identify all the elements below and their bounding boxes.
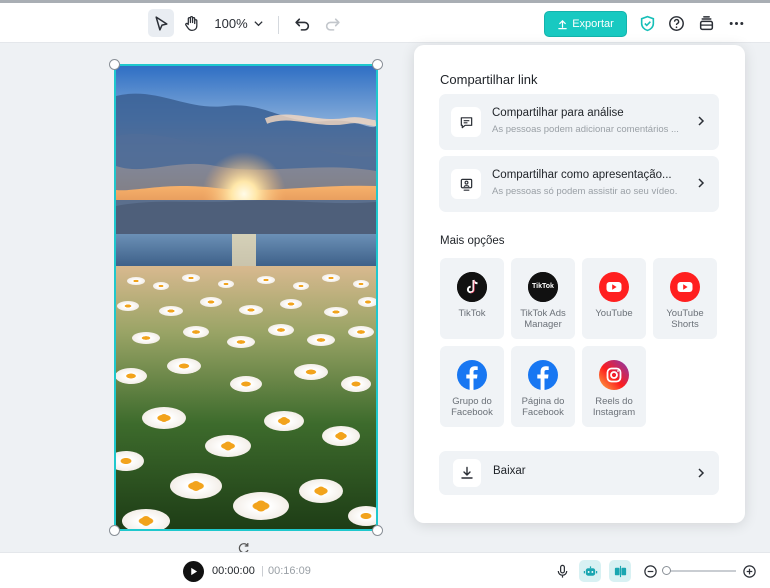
upload-icon xyxy=(558,19,567,29)
share-as-presentation-item[interactable]: Compartilhar como apresentação... As pes… xyxy=(439,156,719,212)
share-item-subtitle: As pessoas podem adicionar comentários .… xyxy=(492,124,679,135)
more-options-title: Mais opções xyxy=(440,235,505,247)
option-tiktok-ads-manager[interactable]: TikTok TikTok Ads Manager xyxy=(511,258,575,339)
zoom-out-button[interactable] xyxy=(639,560,661,582)
robot-icon xyxy=(583,565,597,576)
time-separator: | xyxy=(261,565,264,577)
share-item-title: Compartilhar como apresentação... xyxy=(492,169,672,181)
hand-tool-button[interactable] xyxy=(178,9,204,37)
option-label: YouTube Shorts xyxy=(666,308,704,330)
timeline-zoom-knob[interactable] xyxy=(662,566,671,575)
cursor-icon xyxy=(154,15,168,31)
resize-handle-bottom-right[interactable] xyxy=(372,525,383,536)
split-button[interactable] xyxy=(609,560,631,582)
playback-bar: 00:00:00 | 00:16:09 xyxy=(0,552,770,588)
export-button[interactable]: Exportar xyxy=(544,11,627,37)
tiktok-ads-icon: TikTok xyxy=(528,272,558,302)
chevron-right-icon xyxy=(698,116,705,126)
download-label: Baixar xyxy=(493,465,526,477)
zoom-value: 100% xyxy=(214,15,248,31)
help-icon xyxy=(668,15,684,31)
redo-button[interactable] xyxy=(320,9,344,37)
zoom-in-icon xyxy=(742,564,756,578)
video-preview[interactable] xyxy=(114,64,378,531)
toolbar-divider xyxy=(278,16,279,34)
undo-button[interactable] xyxy=(290,9,314,37)
option-youtube-shorts[interactable]: YouTube Shorts xyxy=(653,258,717,339)
zoom-dropdown[interactable]: 100% xyxy=(214,9,264,37)
download-icon xyxy=(453,459,481,487)
facebook-icon xyxy=(528,360,558,390)
comment-icon xyxy=(451,107,481,137)
select-tool-button[interactable] xyxy=(148,9,174,37)
chevron-right-icon xyxy=(698,178,705,188)
option-label: Página do Facebook xyxy=(521,396,565,418)
option-label: TikTok Ads Manager xyxy=(520,308,566,330)
zoom-in-button[interactable] xyxy=(738,560,760,582)
option-label: Grupo do Facebook xyxy=(451,396,493,418)
instagram-icon xyxy=(599,360,629,390)
total-time: 00:16:09 xyxy=(268,565,311,577)
play-icon xyxy=(191,567,198,576)
option-label: TikTok xyxy=(458,308,486,319)
layers-button[interactable] xyxy=(695,9,717,37)
chevron-down-icon xyxy=(254,20,263,26)
timeline-zoom-slider[interactable] xyxy=(664,570,736,572)
share-panel: Compartilhar link Compartilhar para anál… xyxy=(414,45,745,523)
option-youtube[interactable]: YouTube xyxy=(582,258,646,339)
redo-icon xyxy=(325,17,340,31)
option-facebook-page[interactable]: Página do Facebook xyxy=(511,346,575,427)
option-instagram-reels[interactable]: Reels do Instagram xyxy=(582,346,646,427)
share-link-title: Compartilhar link xyxy=(440,72,538,87)
hand-icon xyxy=(184,15,197,31)
tiktok-ads-logo-text: TikTok xyxy=(532,283,554,290)
chevron-right-icon xyxy=(698,468,705,478)
split-icon xyxy=(614,565,626,577)
help-button[interactable] xyxy=(665,9,687,37)
zoom-out-icon xyxy=(643,564,657,578)
share-for-review-item[interactable]: Compartilhar para análise As pessoas pod… xyxy=(439,94,719,150)
ai-avatar-button[interactable] xyxy=(579,560,601,582)
shield-check-icon xyxy=(640,15,654,31)
microphone-button[interactable] xyxy=(551,560,573,582)
share-item-subtitle: As pessoas só podem assistir ao seu víde… xyxy=(492,186,678,197)
more-horizontal-icon xyxy=(729,21,743,25)
current-time: 00:00:00 xyxy=(212,565,255,577)
option-label: Reels do Instagram xyxy=(592,396,636,418)
download-item[interactable]: Baixar xyxy=(439,451,719,495)
presentation-icon xyxy=(451,169,481,199)
youtube-icon xyxy=(599,272,629,302)
shield-button[interactable] xyxy=(636,9,658,37)
option-facebook-group[interactable]: Grupo do Facebook xyxy=(440,346,504,427)
more-options-button[interactable] xyxy=(725,9,747,37)
option-label: YouTube xyxy=(595,308,633,319)
youtube-shorts-icon xyxy=(670,272,700,302)
play-button[interactable] xyxy=(183,561,204,582)
undo-icon xyxy=(294,17,309,31)
stack-icon xyxy=(699,15,713,30)
export-label: Exportar xyxy=(572,18,614,30)
sunset-flowers-image xyxy=(116,66,376,529)
tiktok-icon xyxy=(457,272,487,302)
resize-handle-top-left[interactable] xyxy=(109,59,120,70)
option-tiktok[interactable]: TikTok xyxy=(440,258,504,339)
facebook-icon xyxy=(457,360,487,390)
top-toolbar: 100% Exportar xyxy=(0,3,770,43)
microphone-icon xyxy=(557,564,567,578)
resize-handle-bottom-left[interactable] xyxy=(109,525,120,536)
share-item-title: Compartilhar para análise xyxy=(492,107,624,119)
resize-handle-top-right[interactable] xyxy=(372,59,383,70)
